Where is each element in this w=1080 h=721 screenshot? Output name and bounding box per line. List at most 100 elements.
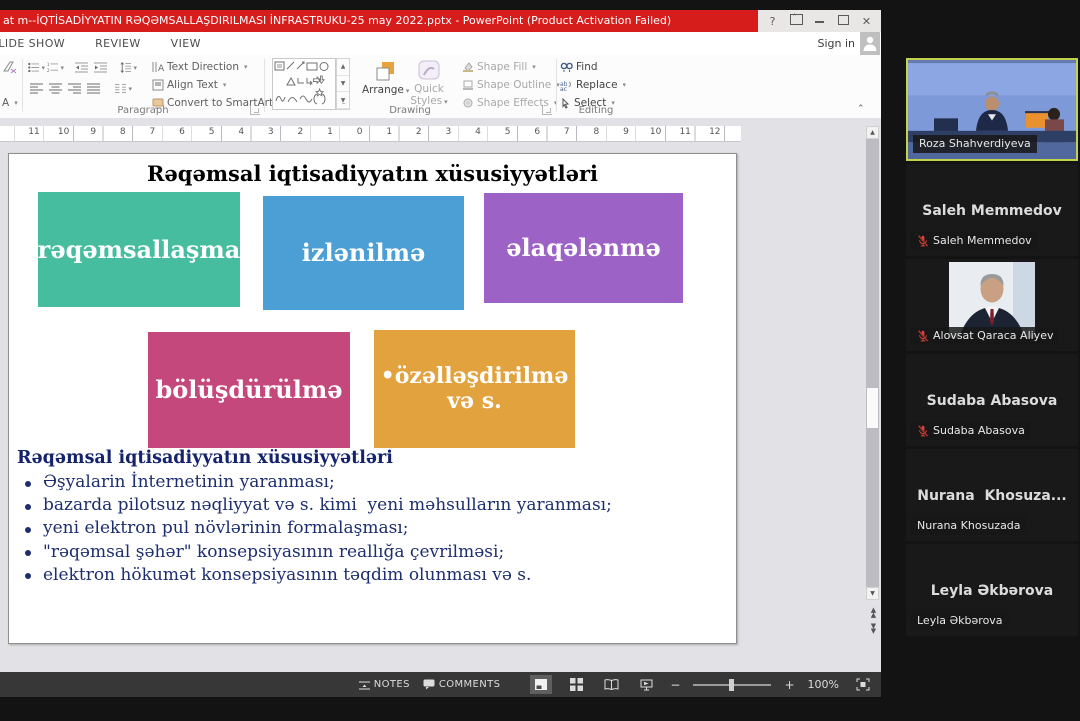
zoom-slider-thumb[interactable] [729, 679, 734, 691]
normal-view-icon [534, 678, 548, 691]
scroll-up-icon[interactable]: ▲ [866, 126, 879, 139]
reading-view-icon [604, 679, 619, 691]
line-spacing-icon[interactable] [120, 60, 137, 75]
tab-review[interactable]: REVIEW [95, 37, 141, 50]
participant-name-label: Leyla Əkbərova [911, 612, 1009, 630]
vertical-scrollbar[interactable]: ▲ ▼ ▲▲ ▼▼ [866, 126, 879, 666]
slide-subheading[interactable]: Rəqəmsal iqtisadiyyatın xüsusiyyətləri [17, 448, 393, 468]
ruler-number: 10 [649, 127, 662, 137]
tab-view[interactable]: VIEW [171, 37, 201, 50]
normal-view-button[interactable] [530, 675, 552, 694]
shape-fill-button[interactable]: Shape Fill [462, 61, 536, 73]
zoom-in-icon[interactable]: + [784, 678, 794, 692]
decrease-indent-icon[interactable] [73, 60, 90, 75]
justify-icon[interactable] [85, 81, 102, 96]
scrollbar-track[interactable] [866, 126, 879, 600]
participant-name-label: Roza Shahverdiyeva [913, 135, 1037, 153]
muted-mic-icon [917, 425, 929, 437]
slide-bullet-list[interactable]: Əşyalarin İnternetinin yaranması;bazarda… [19, 472, 612, 588]
shape-gallery[interactable] [272, 58, 336, 110]
editing-group-label: Editing [558, 105, 634, 116]
ruler-number: 3 [267, 127, 275, 137]
tab-slide-show[interactable]: SLIDE SHOW [0, 37, 65, 50]
participant-name-label: Saleh Memmedov [911, 232, 1038, 250]
shape-outline-button[interactable]: Shape Outline [462, 79, 560, 91]
comments-button[interactable]: COMMENTS [423, 679, 501, 690]
increase-indent-icon[interactable] [92, 60, 109, 75]
collapse-ribbon-icon[interactable]: ⌃ [857, 104, 865, 114]
reading-view-button[interactable] [600, 675, 622, 694]
participant-tile[interactable]: Roza Shahverdiyeva [906, 58, 1078, 161]
comments-icon [423, 679, 435, 690]
quick-styles-button[interactable]: Quick Styles [404, 59, 454, 107]
scrollbar-thumb[interactable] [867, 388, 878, 428]
notes-button[interactable]: NOTES [359, 679, 410, 690]
previous-slide-icon[interactable]: ▲▲ [866, 606, 879, 619]
numbered-list-icon[interactable]: 12 [47, 60, 64, 75]
font-color-button[interactable]: A [2, 97, 18, 109]
participants-panel: Roza Shahverdiyeva Saleh Memmedov Saleh M… [906, 58, 1078, 636]
slide-bullet: "rəqəmsal şəhər" konsepsiyasının reallığ… [19, 542, 612, 565]
next-slide-icon[interactable]: ▼▼ [866, 622, 879, 635]
find-button[interactable]: Find [560, 61, 598, 73]
shape-gallery-scroll[interactable]: ▲▼▼̲ [336, 58, 350, 110]
slide-shape-1[interactable]: rəqəmsallaşma [38, 192, 240, 307]
zoom-slider[interactable] [693, 684, 771, 686]
zoom-level[interactable]: 100% [808, 678, 839, 691]
participant-tile[interactable]: Leyla ƏkbərovaLeyla Əkbərova [906, 544, 1078, 636]
participant-tile[interactable]: Sudaba Abasova Sudaba Abasova [906, 354, 1078, 446]
minimize-icon[interactable] [811, 15, 829, 28]
slide-shape-5[interactable]: •özəlləşdirilmə və s. [374, 330, 575, 448]
columns-icon[interactable] [115, 81, 132, 96]
slide-shape-4[interactable]: bölüşdürülmə [148, 332, 350, 448]
window-title: at m--İQTİSADİYYATIN RƏQƏMSALLAŞDIRILMAS… [3, 10, 755, 32]
participant-name-label: Sudaba Abasova [911, 422, 1031, 440]
participant-tile[interactable]: Nurana Khosuza...Nurana Khosuzada [906, 449, 1078, 541]
replace-icon: abac [560, 80, 573, 91]
ruler-number: 11 [678, 127, 691, 137]
svg-text:A: A [158, 64, 164, 73]
drawing-group: ▲▼▼̲ Arrange Quick Styles Shape Fill Sha… [266, 55, 554, 117]
ruler-number: 7 [149, 127, 157, 137]
participant-tile[interactable]: Saleh Memmedov Saleh Memmedov [906, 164, 1078, 256]
ruler-number: 8 [119, 127, 127, 137]
restore-icon[interactable] [834, 15, 852, 28]
slide-title[interactable]: Rəqəmsal iqtisadiyyatın xüsusiyyətləri [9, 161, 736, 186]
ribbon-display-options-icon[interactable] [787, 14, 805, 28]
scroll-down-icon[interactable]: ▼ [866, 587, 879, 600]
ruler-number: 11 [27, 127, 40, 137]
ruler-number: 6 [533, 127, 541, 137]
titlebar[interactable]: at m--İQTİSADİYYATIN RƏQƏMSALLAŞDIRILMAS… [0, 10, 881, 32]
ruler-number: 0 [356, 127, 364, 137]
horizontal-ruler: 11109876543210123456789101112 [0, 126, 741, 142]
ruler-number: 2 [415, 127, 423, 137]
slide-bullet: elektron hökumət konsepsiyasının təqdim … [19, 565, 612, 588]
replace-button[interactable]: abac Replace [560, 79, 626, 91]
align-text-button[interactable]: Align Text [152, 79, 226, 91]
slide-sorter-view-button[interactable] [565, 675, 587, 694]
svg-text:1: 1 [47, 62, 50, 67]
help-icon[interactable]: ? [764, 15, 782, 28]
paragraph-dialog-launcher[interactable] [250, 105, 260, 115]
participant-tile[interactable]: Alovsat Qaraca Aliyev [906, 259, 1078, 351]
bullet-list-icon[interactable] [28, 60, 45, 75]
arrange-button[interactable]: Arrange [362, 59, 409, 96]
account-avatar[interactable] [860, 32, 880, 55]
align-center-icon[interactable] [47, 81, 64, 96]
text-direction-button[interactable]: A Text Direction [152, 61, 248, 73]
close-icon[interactable]: ✕ [858, 15, 876, 28]
zoom-out-icon[interactable]: − [670, 678, 680, 692]
fit-to-window-icon[interactable] [852, 675, 874, 694]
slide-bullet: bazarda pilotsuz nəqliyyat və s. kimi ye… [19, 495, 612, 518]
bullet-dot-icon [25, 573, 31, 579]
slide[interactable]: Rəqəmsal iqtisadiyyatın xüsusiyyətləri R… [8, 153, 737, 644]
sign-in-link[interactable]: Sign in [817, 37, 855, 50]
ruler-number: 9 [622, 127, 630, 137]
slide-shape-2[interactable]: izlənilmə [263, 196, 464, 310]
align-right-icon[interactable] [66, 81, 83, 96]
slide-show-button[interactable] [635, 675, 657, 694]
drawing-dialog-launcher[interactable] [542, 105, 552, 115]
muted-mic-icon [917, 235, 929, 247]
align-left-icon[interactable] [28, 81, 45, 96]
slide-shape-3[interactable]: əlaqələnmə [484, 193, 683, 303]
